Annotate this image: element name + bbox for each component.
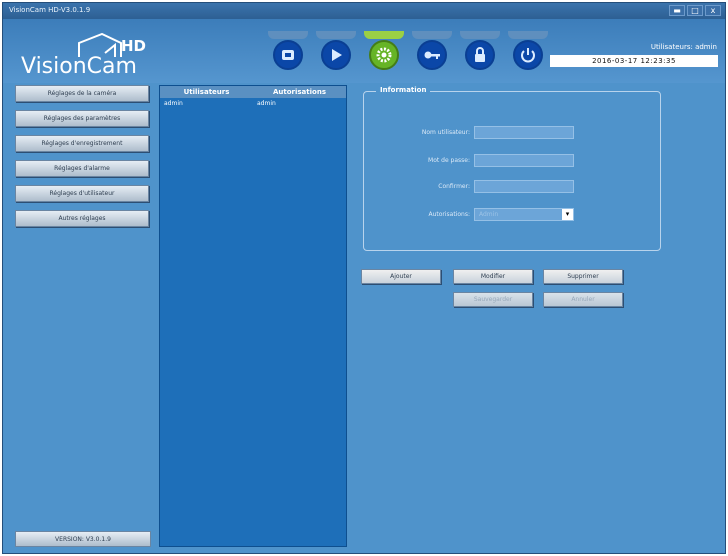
gear-icon [369, 40, 399, 70]
camera-icon [273, 40, 303, 70]
username-label: Nom utilisateur: [421, 129, 470, 136]
permission-value: Admin [479, 211, 499, 218]
add-button[interactable]: Ajouter [361, 269, 441, 284]
close-button[interactable]: x [705, 5, 721, 16]
app-window: VisionCam HD-V3.0.1.9 ▬ □ x HD VisionCam [2, 2, 726, 554]
lock-tool-button[interactable] [460, 31, 500, 75]
password-field[interactable] [474, 154, 574, 167]
app-logo: HD VisionCam [21, 27, 166, 79]
window-title: VisionCam HD-V3.0.1.9 [9, 6, 91, 14]
sidebar-item-other-settings[interactable]: Autres réglages [15, 210, 149, 227]
permission-row: Autorisations: Admin ▾ [364, 208, 662, 222]
sidebar-item-parameter-settings[interactable]: Réglages des paramètres [15, 110, 149, 127]
key-tool-button[interactable] [412, 31, 452, 75]
minimize-button[interactable]: ▬ [669, 5, 685, 16]
title-bar: VisionCam HD-V3.0.1.9 ▬ □ x [3, 3, 725, 19]
version-button[interactable]: VERSION: V3.0.1.9 [15, 531, 151, 547]
sidebar-item-user-settings[interactable]: Réglages d'utilisateur [15, 185, 149, 202]
cancel-button[interactable]: Annuler [543, 292, 623, 307]
window-controls: ▬ □ x [669, 5, 721, 16]
permission-label: Autorisations: [428, 211, 470, 218]
column-header-users[interactable]: Utilisateurs [160, 86, 253, 98]
lock-icon [465, 40, 495, 70]
play-icon [321, 40, 351, 70]
confirm-row: Confirmer: [364, 180, 662, 194]
username-field[interactable] [474, 126, 574, 139]
information-legend: Information [376, 86, 431, 94]
confirm-password-field[interactable] [474, 180, 574, 193]
save-button[interactable]: Sauvegarder [453, 292, 533, 307]
password-label: Mot de passe: [428, 157, 470, 164]
power-tool-button[interactable] [508, 31, 548, 75]
sidebar-item-recording-settings[interactable]: Réglages d'enregistrement [15, 135, 149, 152]
header-bar: HD VisionCam Utilisateurs: admin 2016-03… [3, 19, 725, 83]
maximize-button[interactable]: □ [687, 5, 703, 16]
password-row: Mot de passe: [364, 154, 662, 168]
datetime-display: 2016-03-17 12:23:35 [550, 55, 718, 67]
sidebar-item-alarm-settings[interactable]: Réglages d'alarme [15, 160, 149, 177]
user-permission-cell: admin [257, 100, 276, 107]
camera-tool-button[interactable] [268, 31, 308, 75]
permission-select[interactable]: Admin ▾ [474, 208, 574, 221]
current-user-label: Utilisateurs: admin [650, 43, 717, 51]
user-name-cell: admin [164, 100, 183, 107]
main-toolbar [268, 31, 548, 75]
power-icon [513, 40, 543, 70]
information-group: Information Nom utilisateur: Mot de pass… [363, 86, 662, 251]
sidebar-item-camera-settings[interactable]: Réglages de la caméra [15, 85, 149, 102]
settings-sidebar: Réglages de la caméra Réglages des param… [15, 85, 155, 545]
key-icon [417, 40, 447, 70]
column-header-permissions[interactable]: Autorisations [253, 86, 346, 98]
chevron-down-icon: ▾ [562, 209, 573, 220]
delete-button[interactable]: Supprimer [543, 269, 623, 284]
play-tool-button[interactable] [316, 31, 356, 75]
username-row: Nom utilisateur: [364, 126, 662, 140]
modify-button[interactable]: Modifier [453, 269, 533, 284]
user-list: Utilisateurs Autorisations admin admin [159, 85, 347, 547]
settings-tool-button[interactable] [364, 31, 404, 75]
list-item[interactable]: admin admin [160, 98, 346, 109]
logo-hd: HD [121, 37, 147, 55]
confirm-label: Confirmer: [438, 183, 470, 190]
logo-name: VisionCam [21, 54, 137, 79]
user-list-header: Utilisateurs Autorisations [160, 86, 346, 98]
